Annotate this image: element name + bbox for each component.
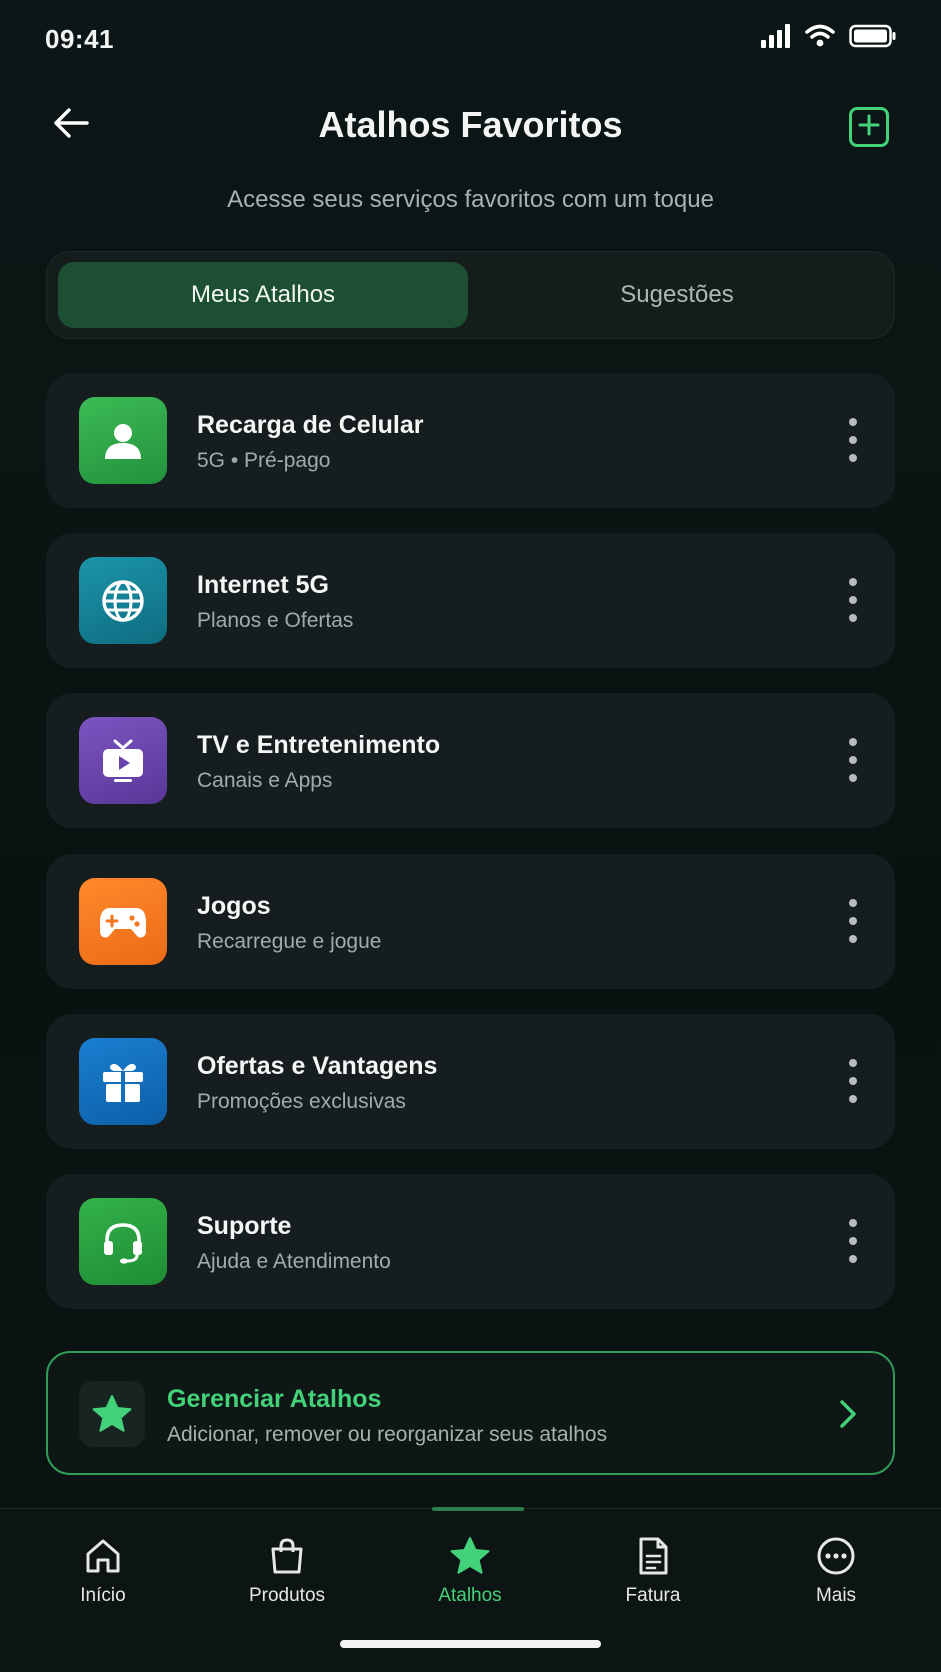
shortcut-card[interactable]: Ofertas e Vantagens Promoções exclusivas bbox=[46, 1014, 895, 1149]
more-options-button[interactable] bbox=[847, 899, 859, 943]
status-time: 09:41 bbox=[45, 24, 114, 54]
shortcut-subtitle: Promoções exclusivas bbox=[197, 1090, 406, 1113]
manage-title: Gerenciar Atalhos bbox=[167, 1385, 382, 1413]
home-indicator[interactable] bbox=[340, 1640, 601, 1648]
nav-label: Início bbox=[80, 1585, 126, 1606]
shortcut-card[interactable]: Recarga de Celular 5G • Pré-pago bbox=[46, 373, 895, 508]
nav-item-produtos[interactable]: Produtos bbox=[227, 1535, 347, 1615]
shortcut-subtitle: Recarregue e jogue bbox=[197, 930, 382, 953]
more-options-button[interactable] bbox=[847, 418, 859, 462]
more-icon bbox=[815, 1535, 857, 1577]
signal-icon bbox=[761, 24, 791, 53]
page-subtitle: Acesse seus serviços favoritos com um to… bbox=[227, 186, 714, 213]
tv-icon bbox=[79, 717, 167, 804]
status-icons bbox=[761, 24, 897, 53]
manage-shortcuts-button[interactable]: Gerenciar Atalhos Adicionar, remover ou … bbox=[46, 1351, 895, 1475]
manage-subtitle: Adicionar, remover ou reorganizar seus a… bbox=[167, 1423, 608, 1446]
more-options-button[interactable] bbox=[847, 1219, 859, 1263]
nav-label: Mais bbox=[815, 1585, 857, 1606]
screen: 09:41 Atalhos Favoritos Acesse seus serv… bbox=[0, 0, 941, 1672]
nav-label: Fatura bbox=[625, 1585, 681, 1606]
shortcut-card[interactable]: Suporte Ajuda e Atendimento bbox=[46, 1174, 895, 1309]
star-icon bbox=[449, 1535, 491, 1577]
shortcut-title: Recarga de Celular bbox=[197, 411, 424, 439]
more-options-button[interactable] bbox=[847, 1059, 859, 1103]
shortcut-title: Internet 5G bbox=[197, 571, 329, 599]
plus-icon bbox=[858, 114, 880, 141]
shortcut-subtitle: Canais e Apps bbox=[197, 769, 333, 792]
nav-item-fatura[interactable]: Fatura bbox=[593, 1535, 713, 1615]
shortcut-subtitle: Planos e Ofertas bbox=[197, 609, 354, 632]
shortcut-card[interactable]: TV e Entretenimento Canais e Apps bbox=[46, 693, 895, 828]
tab-meus-atalhos[interactable]: Meus Atalhos bbox=[58, 262, 468, 328]
nav-item-atalhos[interactable]: Atalhos bbox=[410, 1535, 530, 1615]
invoice-icon bbox=[632, 1535, 674, 1577]
globe-icon bbox=[79, 557, 167, 644]
shortcut-card[interactable]: Jogos Recarregue e jogue bbox=[46, 854, 895, 989]
more-options-button[interactable] bbox=[847, 578, 859, 622]
chevron-right-icon bbox=[833, 1397, 863, 1431]
nav-label: Atalhos bbox=[438, 1585, 502, 1606]
gift-icon bbox=[79, 1038, 167, 1125]
nav-item-inicio[interactable]: Início bbox=[43, 1535, 163, 1615]
shortcut-subtitle: 5G • Pré-pago bbox=[197, 449, 331, 472]
shortcut-title: TV e Entretenimento bbox=[197, 731, 441, 759]
battery-icon bbox=[849, 24, 897, 53]
status-bar: 09:41 bbox=[0, 0, 941, 80]
add-shortcut-button[interactable] bbox=[849, 107, 889, 147]
headset-icon bbox=[79, 1198, 167, 1285]
shortcut-title: Suporte bbox=[197, 1212, 292, 1240]
wifi-icon bbox=[805, 24, 835, 53]
shortcut-subtitle: Ajuda e Atendimento bbox=[197, 1250, 391, 1273]
nav-active-indicator bbox=[432, 1507, 524, 1511]
shortcut-title: Ofertas e Vantagens bbox=[197, 1052, 438, 1080]
shortcut-card[interactable]: Internet 5G Planos e Ofertas bbox=[46, 533, 895, 668]
nav-label: Produtos bbox=[248, 1585, 326, 1606]
user-icon bbox=[79, 397, 167, 484]
gamepad-icon bbox=[79, 878, 167, 965]
segmented-tabs: Meus Atalhos Sugestões bbox=[46, 251, 895, 339]
home-icon bbox=[82, 1535, 124, 1577]
nav-item-mais[interactable]: Mais bbox=[776, 1535, 896, 1615]
tab-sugestoes[interactable]: Sugestões bbox=[472, 262, 882, 328]
shopping-bag-icon bbox=[266, 1535, 308, 1577]
shortcut-title: Jogos bbox=[197, 892, 271, 920]
star-icon bbox=[79, 1381, 145, 1447]
more-options-button[interactable] bbox=[847, 738, 859, 782]
page-title: Atalhos Favoritos bbox=[318, 104, 623, 145]
